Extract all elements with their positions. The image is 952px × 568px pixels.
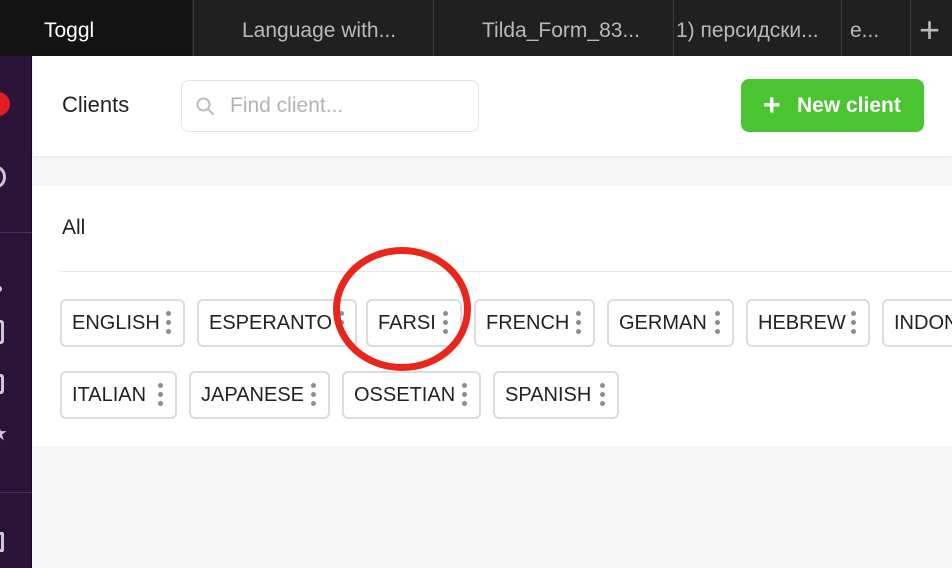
client-name: OSSETIAN — [354, 384, 456, 406]
more-options-icon[interactable] — [462, 383, 468, 407]
timer-icon[interactable] — [0, 166, 6, 188]
client-chip-german[interactable]: GERMAN — [607, 299, 734, 347]
tab-label: 1) персидски... — [676, 19, 819, 42]
tab-label: Tilda_Form_83... — [482, 19, 640, 42]
client-name: FARSI — [378, 312, 436, 334]
more-options-icon[interactable] — [158, 383, 164, 407]
tab-label: Language with... — [242, 19, 397, 42]
clients-header: Clients + New client — [33, 56, 952, 156]
client-chip-indonesian[interactable]: INDONESIAN — [882, 299, 952, 347]
browser-tab-persian[interactable]: 1) персидски... — [673, 0, 841, 56]
search-box[interactable] — [181, 80, 479, 132]
sidebar-divider — [0, 492, 32, 493]
client-chip-ossetian[interactable]: OSSETIAN — [342, 371, 481, 419]
new-client-label: New client — [797, 94, 901, 117]
client-name: HEBREW — [758, 312, 846, 334]
star-icon[interactable]: ★ — [0, 424, 8, 444]
browser-tab-toggl[interactable]: Toggl — [0, 0, 192, 56]
more-options-icon[interactable] — [576, 311, 582, 335]
clients-card: All ENGLISH ESPERANTO FARSI FRENCH GERMA… — [33, 186, 952, 446]
dot-icon[interactable] — [0, 286, 2, 292]
page-title: Clients — [62, 92, 130, 117]
more-options-icon[interactable] — [166, 311, 172, 335]
client-chip-japanese[interactable]: JAPANESE — [189, 371, 330, 419]
browser-tab-language[interactable]: Language with... — [193, 0, 433, 56]
plus-icon: + — [919, 9, 941, 50]
more-options-icon[interactable] — [311, 383, 317, 407]
client-name: SPANISH — [505, 384, 592, 406]
app-sidebar: ★ — [0, 56, 32, 568]
new-client-button[interactable]: + New client — [741, 79, 924, 132]
more-options-icon[interactable] — [600, 383, 606, 407]
client-chip-french[interactable]: FRENCH — [474, 299, 595, 347]
client-chip-english[interactable]: ENGLISH — [60, 299, 185, 347]
client-chip-hebrew[interactable]: HEBREW — [746, 299, 870, 347]
more-options-icon[interactable] — [851, 311, 857, 335]
client-name: ENGLISH — [72, 312, 160, 334]
grid-icon[interactable] — [0, 532, 4, 552]
client-chip-spanish[interactable]: SPANISH — [493, 371, 619, 419]
group-divider — [60, 271, 952, 272]
new-tab-button[interactable]: + — [910, 0, 952, 56]
browser-tab-bar: Toggl Language with... Tilda_Form_83... … — [0, 0, 952, 56]
document-icon[interactable] — [0, 320, 4, 344]
search-icon — [196, 97, 214, 115]
client-name: GERMAN — [619, 312, 707, 334]
checkbox-icon[interactable] — [0, 374, 4, 394]
tab-label: e... — [850, 19, 880, 42]
tab-label: Toggl — [44, 19, 95, 42]
plus-icon: + — [763, 89, 781, 122]
client-name: JAPANESE — [201, 384, 304, 406]
more-options-icon[interactable] — [715, 311, 721, 335]
group-title: All — [62, 216, 86, 239]
more-options-icon[interactable] — [339, 311, 345, 335]
client-name: ITALIAN — [72, 384, 147, 406]
client-chip-farsi[interactable]: FARSI — [366, 299, 462, 347]
more-options-icon[interactable] — [443, 311, 449, 335]
client-chip-esperanto[interactable]: ESPERANTO — [197, 299, 357, 347]
client-name: FRENCH — [486, 312, 570, 334]
search-input[interactable] — [230, 81, 470, 131]
client-name: ESPERANTO — [209, 312, 332, 334]
toggl-logo-icon[interactable] — [0, 92, 10, 116]
sidebar-divider — [0, 232, 32, 233]
browser-tab-tilda-form[interactable]: Tilda_Form_83... — [433, 0, 673, 56]
client-name: INDONESIAN — [894, 312, 952, 334]
browser-tab-partial[interactable]: e... — [841, 0, 901, 56]
client-chip-italian[interactable]: ITALIAN — [60, 371, 177, 419]
